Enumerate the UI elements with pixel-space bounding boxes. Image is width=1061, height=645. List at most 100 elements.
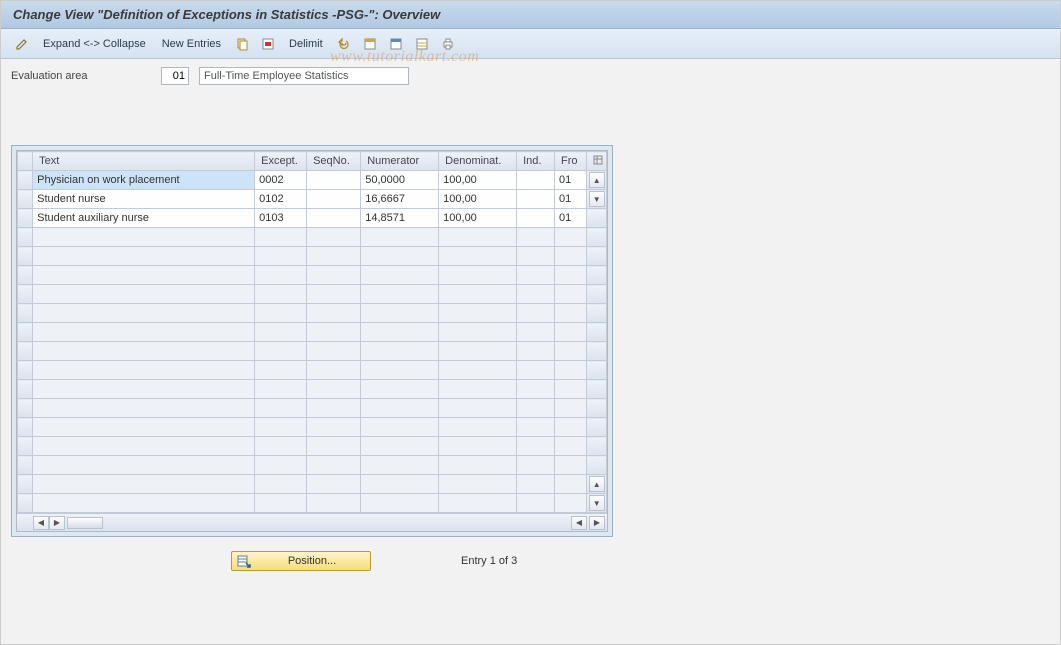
cell-numerator[interactable] [361, 304, 439, 323]
delimit-button[interactable]: Delimit [283, 38, 329, 50]
hscroll-end-icon[interactable]: ▶ [589, 516, 605, 530]
cell-except[interactable]: 0102 [255, 190, 307, 209]
cell-seqno[interactable] [307, 190, 361, 209]
cell-ind[interactable] [517, 494, 555, 513]
cell-denominat[interactable] [439, 456, 517, 475]
row-selector[interactable] [18, 285, 33, 304]
cell-seqno[interactable] [307, 323, 361, 342]
cell-fro[interactable] [555, 266, 587, 285]
cell-except[interactable] [255, 494, 307, 513]
cell-seqno[interactable] [307, 456, 361, 475]
cell-fro[interactable] [555, 456, 587, 475]
cell-text[interactable] [33, 285, 255, 304]
deselect-all-icon[interactable] [385, 34, 407, 54]
row-selector[interactable] [18, 437, 33, 456]
cell-text[interactable] [33, 475, 255, 494]
cell-numerator[interactable] [361, 380, 439, 399]
row-selector-header[interactable] [18, 152, 33, 171]
cell-denominat[interactable] [439, 285, 517, 304]
cell-ind[interactable] [517, 380, 555, 399]
cell-denominat[interactable] [439, 266, 517, 285]
row-selector[interactable] [18, 209, 33, 228]
cell-seqno[interactable] [307, 494, 361, 513]
print-icon[interactable] [437, 34, 459, 54]
col-header-denominat[interactable]: Denominat. [439, 152, 517, 171]
cell-except[interactable] [255, 437, 307, 456]
hscroll-right2-icon[interactable]: ◀ [571, 516, 587, 530]
cell-numerator[interactable] [361, 323, 439, 342]
cell-seqno[interactable] [307, 342, 361, 361]
col-header-except[interactable]: Except. [255, 152, 307, 171]
vscroll-down-icon[interactable]: ▼ [589, 191, 605, 207]
cell-except[interactable] [255, 380, 307, 399]
cell-ind[interactable] [517, 171, 555, 190]
col-header-text[interactable]: Text [33, 152, 255, 171]
cell-text[interactable] [33, 418, 255, 437]
cell-denominat[interactable]: 100,00 [439, 171, 517, 190]
cell-ind[interactable] [517, 228, 555, 247]
cell-numerator[interactable] [361, 285, 439, 304]
cell-except[interactable] [255, 361, 307, 380]
cell-text[interactable] [33, 323, 255, 342]
position-button[interactable]: Position... [231, 551, 371, 571]
cell-seqno[interactable] [307, 361, 361, 380]
table-config-icon[interactable] [587, 152, 607, 171]
cell-fro[interactable] [555, 285, 587, 304]
cell-except[interactable] [255, 456, 307, 475]
cell-text[interactable] [33, 361, 255, 380]
cell-numerator[interactable] [361, 399, 439, 418]
cell-except[interactable] [255, 247, 307, 266]
row-selector[interactable] [18, 380, 33, 399]
cell-seqno[interactable] [307, 304, 361, 323]
cell-numerator[interactable]: 50,0000 [361, 171, 439, 190]
cell-text[interactable]: Student auxiliary nurse [33, 209, 255, 228]
row-selector[interactable] [18, 190, 33, 209]
cell-denominat[interactable] [439, 437, 517, 456]
cell-fro[interactable]: 01 [555, 209, 587, 228]
cell-ind[interactable] [517, 456, 555, 475]
cell-denominat[interactable] [439, 361, 517, 380]
cell-fro[interactable] [555, 304, 587, 323]
cell-text[interactable] [33, 228, 255, 247]
cell-ind[interactable] [517, 323, 555, 342]
cell-text[interactable]: Physician on work placement [33, 171, 255, 190]
cell-seqno[interactable] [307, 437, 361, 456]
cell-text[interactable] [33, 494, 255, 513]
cell-ind[interactable] [517, 304, 555, 323]
cell-denominat[interactable] [439, 380, 517, 399]
cell-text[interactable]: Student nurse [33, 190, 255, 209]
cell-ind[interactable] [517, 361, 555, 380]
cell-numerator[interactable] [361, 342, 439, 361]
cell-numerator[interactable] [361, 494, 439, 513]
cell-denominat[interactable] [439, 323, 517, 342]
cell-except[interactable] [255, 323, 307, 342]
pencil-icon[interactable] [11, 34, 33, 54]
cell-seqno[interactable] [307, 209, 361, 228]
cell-fro[interactable]: 01 [555, 190, 587, 209]
cell-seqno[interactable] [307, 266, 361, 285]
cell-except[interactable] [255, 266, 307, 285]
cell-ind[interactable] [517, 247, 555, 266]
cell-numerator[interactable] [361, 361, 439, 380]
cell-denominat[interactable] [439, 475, 517, 494]
evaluation-area-desc[interactable] [199, 67, 409, 85]
expand-collapse-button[interactable]: Expand <-> Collapse [37, 38, 152, 50]
cell-seqno[interactable] [307, 399, 361, 418]
cell-ind[interactable] [517, 418, 555, 437]
cell-fro[interactable] [555, 323, 587, 342]
cell-ind[interactable] [517, 475, 555, 494]
col-header-ind[interactable]: Ind. [517, 152, 555, 171]
cell-fro[interactable] [555, 228, 587, 247]
cell-text[interactable] [33, 342, 255, 361]
table-settings-icon[interactable] [411, 34, 433, 54]
row-selector[interactable] [18, 399, 33, 418]
row-selector[interactable] [18, 266, 33, 285]
cell-fro[interactable] [555, 494, 587, 513]
vscroll-up-icon[interactable]: ▲ [589, 172, 605, 188]
cell-ind[interactable] [517, 399, 555, 418]
vscroll-down2-icon[interactable]: ▼ [589, 495, 605, 511]
cell-denominat[interactable] [439, 228, 517, 247]
cell-fro[interactable] [555, 380, 587, 399]
cell-text[interactable] [33, 437, 255, 456]
row-selector[interactable] [18, 494, 33, 513]
